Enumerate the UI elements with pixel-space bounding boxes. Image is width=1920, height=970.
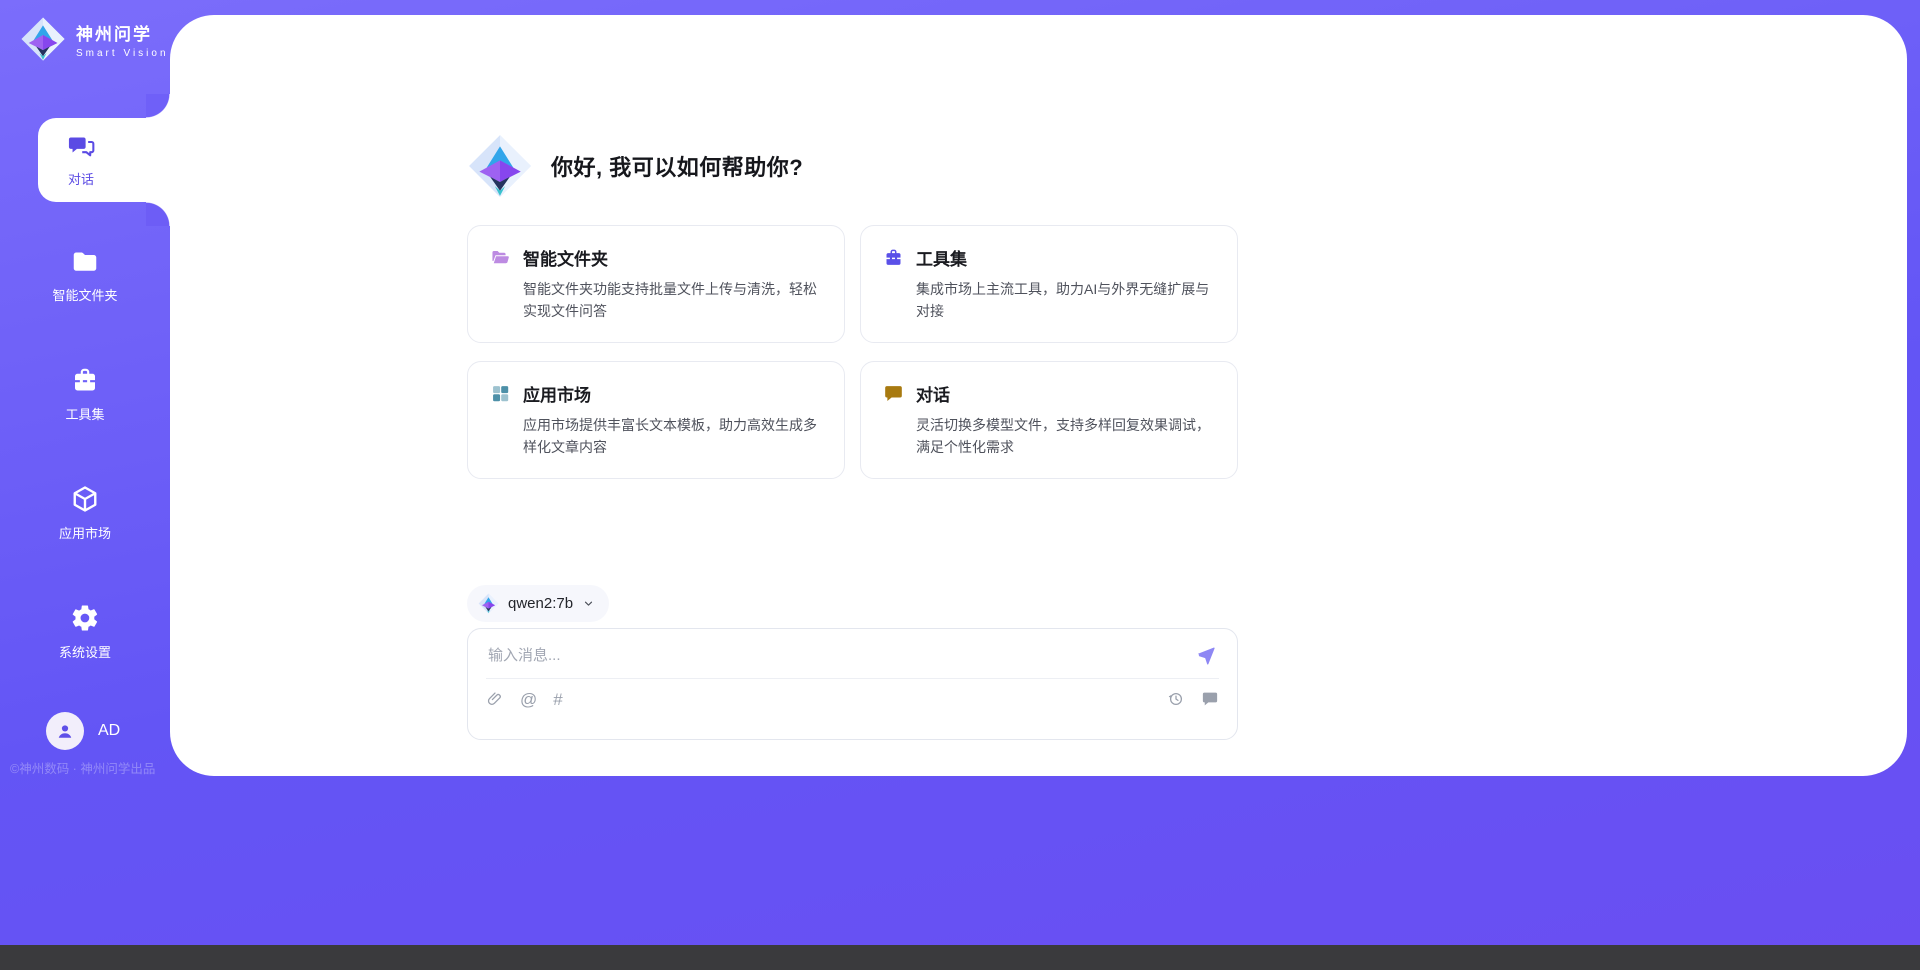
- copyright: ©神州数码 · 神州问学出品: [10, 758, 155, 777]
- brand-text: 神州问学 Smart Vision: [76, 20, 169, 59]
- chat-bubbles-icon: [67, 132, 96, 161]
- sidebar-item-chat[interactable]: 对话: [38, 118, 170, 202]
- sidebar-item-toolset[interactable]: 工具集: [0, 365, 170, 423]
- card-title: 工具集: [916, 245, 967, 270]
- tab-curve-top: [146, 94, 170, 118]
- card-description: 智能文件夹功能支持批量文件上传与清洗，轻松实现文件问答: [523, 278, 822, 323]
- model-name: qwen2:7b: [508, 595, 573, 612]
- card-description: 灵活切换多模型文件，支持多样回复效果调试，满足个性化需求: [916, 414, 1215, 459]
- model-selector[interactable]: qwen2:7b: [467, 585, 609, 622]
- mention-icon[interactable]: @: [520, 691, 537, 708]
- gear-icon: [70, 603, 100, 633]
- hashtag-icon[interactable]: #: [553, 691, 562, 708]
- window-bottom-bar: [0, 945, 1920, 970]
- avatar: [46, 712, 84, 750]
- card-header: 应用市场: [490, 381, 822, 406]
- sidebar-item-label: 工具集: [65, 404, 104, 423]
- user-profile[interactable]: AD: [46, 712, 120, 750]
- chat-icon: [883, 383, 904, 404]
- card-header: 工具集: [883, 245, 1215, 270]
- brand-gem-icon: [20, 16, 66, 62]
- folder-icon: [70, 246, 100, 276]
- sidebar-item-settings[interactable]: 系统设置: [0, 603, 170, 661]
- composer-toolbar: @ #: [468, 679, 1237, 719]
- card-chat[interactable]: 对话 灵活切换多模型文件，支持多样回复效果调试，满足个性化需求: [860, 361, 1238, 479]
- model-gem-icon: [478, 593, 499, 614]
- card-toolset[interactable]: 工具集 集成市场上主流工具，助力AI与外界无缝扩展与对接: [860, 225, 1238, 343]
- message-composer: @ #: [467, 628, 1238, 740]
- main-panel: 你好, 我可以如何帮助你? 智能文件夹 智能文件夹功能支持批量文件上传与清洗，轻…: [170, 15, 1907, 776]
- sidebar-item-label: 应用市场: [59, 523, 111, 542]
- sidebar-item-label: 智能文件夹: [52, 285, 117, 304]
- sidebar-item-smart-folder[interactable]: 智能文件夹: [0, 246, 170, 304]
- sidebar-item-label: 对话: [68, 169, 94, 188]
- attachment-icon[interactable]: [486, 690, 504, 708]
- brand-logo: 神州问学 Smart Vision: [20, 16, 169, 62]
- sidebar: 神州问学 Smart Vision 对话 智能文件夹 工具集 应用市场 系统设置: [0, 0, 170, 945]
- message-input[interactable]: [488, 647, 1195, 664]
- toolbox-icon: [883, 247, 904, 268]
- card-description: 应用市场提供丰富长文本模板，助力高效生成多样化文章内容: [523, 414, 822, 459]
- tab-curve-bottom: [146, 202, 170, 226]
- card-title: 对话: [916, 381, 950, 406]
- brand-name: 神州问学: [76, 20, 169, 45]
- card-description: 集成市场上主流工具，助力AI与外界无缝扩展与对接: [916, 278, 1215, 323]
- brand-subtitle: Smart Vision: [76, 48, 169, 59]
- person-icon: [54, 720, 76, 742]
- composer-toolbar-right: [1167, 690, 1219, 708]
- user-name: AD: [98, 722, 120, 740]
- history-icon[interactable]: [1167, 690, 1185, 708]
- card-header: 对话: [883, 381, 1215, 406]
- card-smart-folder[interactable]: 智能文件夹 智能文件夹功能支持批量文件上传与清洗，轻松实现文件问答: [467, 225, 845, 343]
- open-folder-icon: [490, 247, 511, 268]
- feature-cards: 智能文件夹 智能文件夹功能支持批量文件上传与清洗，轻松实现文件问答 工具集 集成…: [467, 225, 1238, 479]
- composer-input-row: [468, 629, 1237, 674]
- chat-bubble-icon[interactable]: [1201, 690, 1219, 708]
- card-header: 智能文件夹: [490, 245, 822, 270]
- greeting-text: 你好, 我可以如何帮助你?: [551, 150, 803, 182]
- sidebar-item-app-market[interactable]: 应用市场: [0, 484, 170, 542]
- toolbox-icon: [70, 365, 100, 395]
- cube-icon: [70, 484, 100, 514]
- card-app-market[interactable]: 应用市场 应用市场提供丰富长文本模板，助力高效生成多样化文章内容: [467, 361, 845, 479]
- chevron-down-icon: [582, 597, 595, 610]
- greeting-row: 你好, 我可以如何帮助你?: [467, 133, 803, 199]
- greeting-gem-icon: [467, 133, 533, 199]
- send-icon[interactable]: [1195, 644, 1217, 666]
- app: 神州问学 Smart Vision 对话 智能文件夹 工具集 应用市场 系统设置: [0, 0, 1920, 970]
- card-title: 智能文件夹: [523, 245, 608, 270]
- sidebar-item-label: 系统设置: [59, 642, 111, 661]
- grid-icon: [490, 383, 511, 404]
- card-title: 应用市场: [523, 381, 591, 406]
